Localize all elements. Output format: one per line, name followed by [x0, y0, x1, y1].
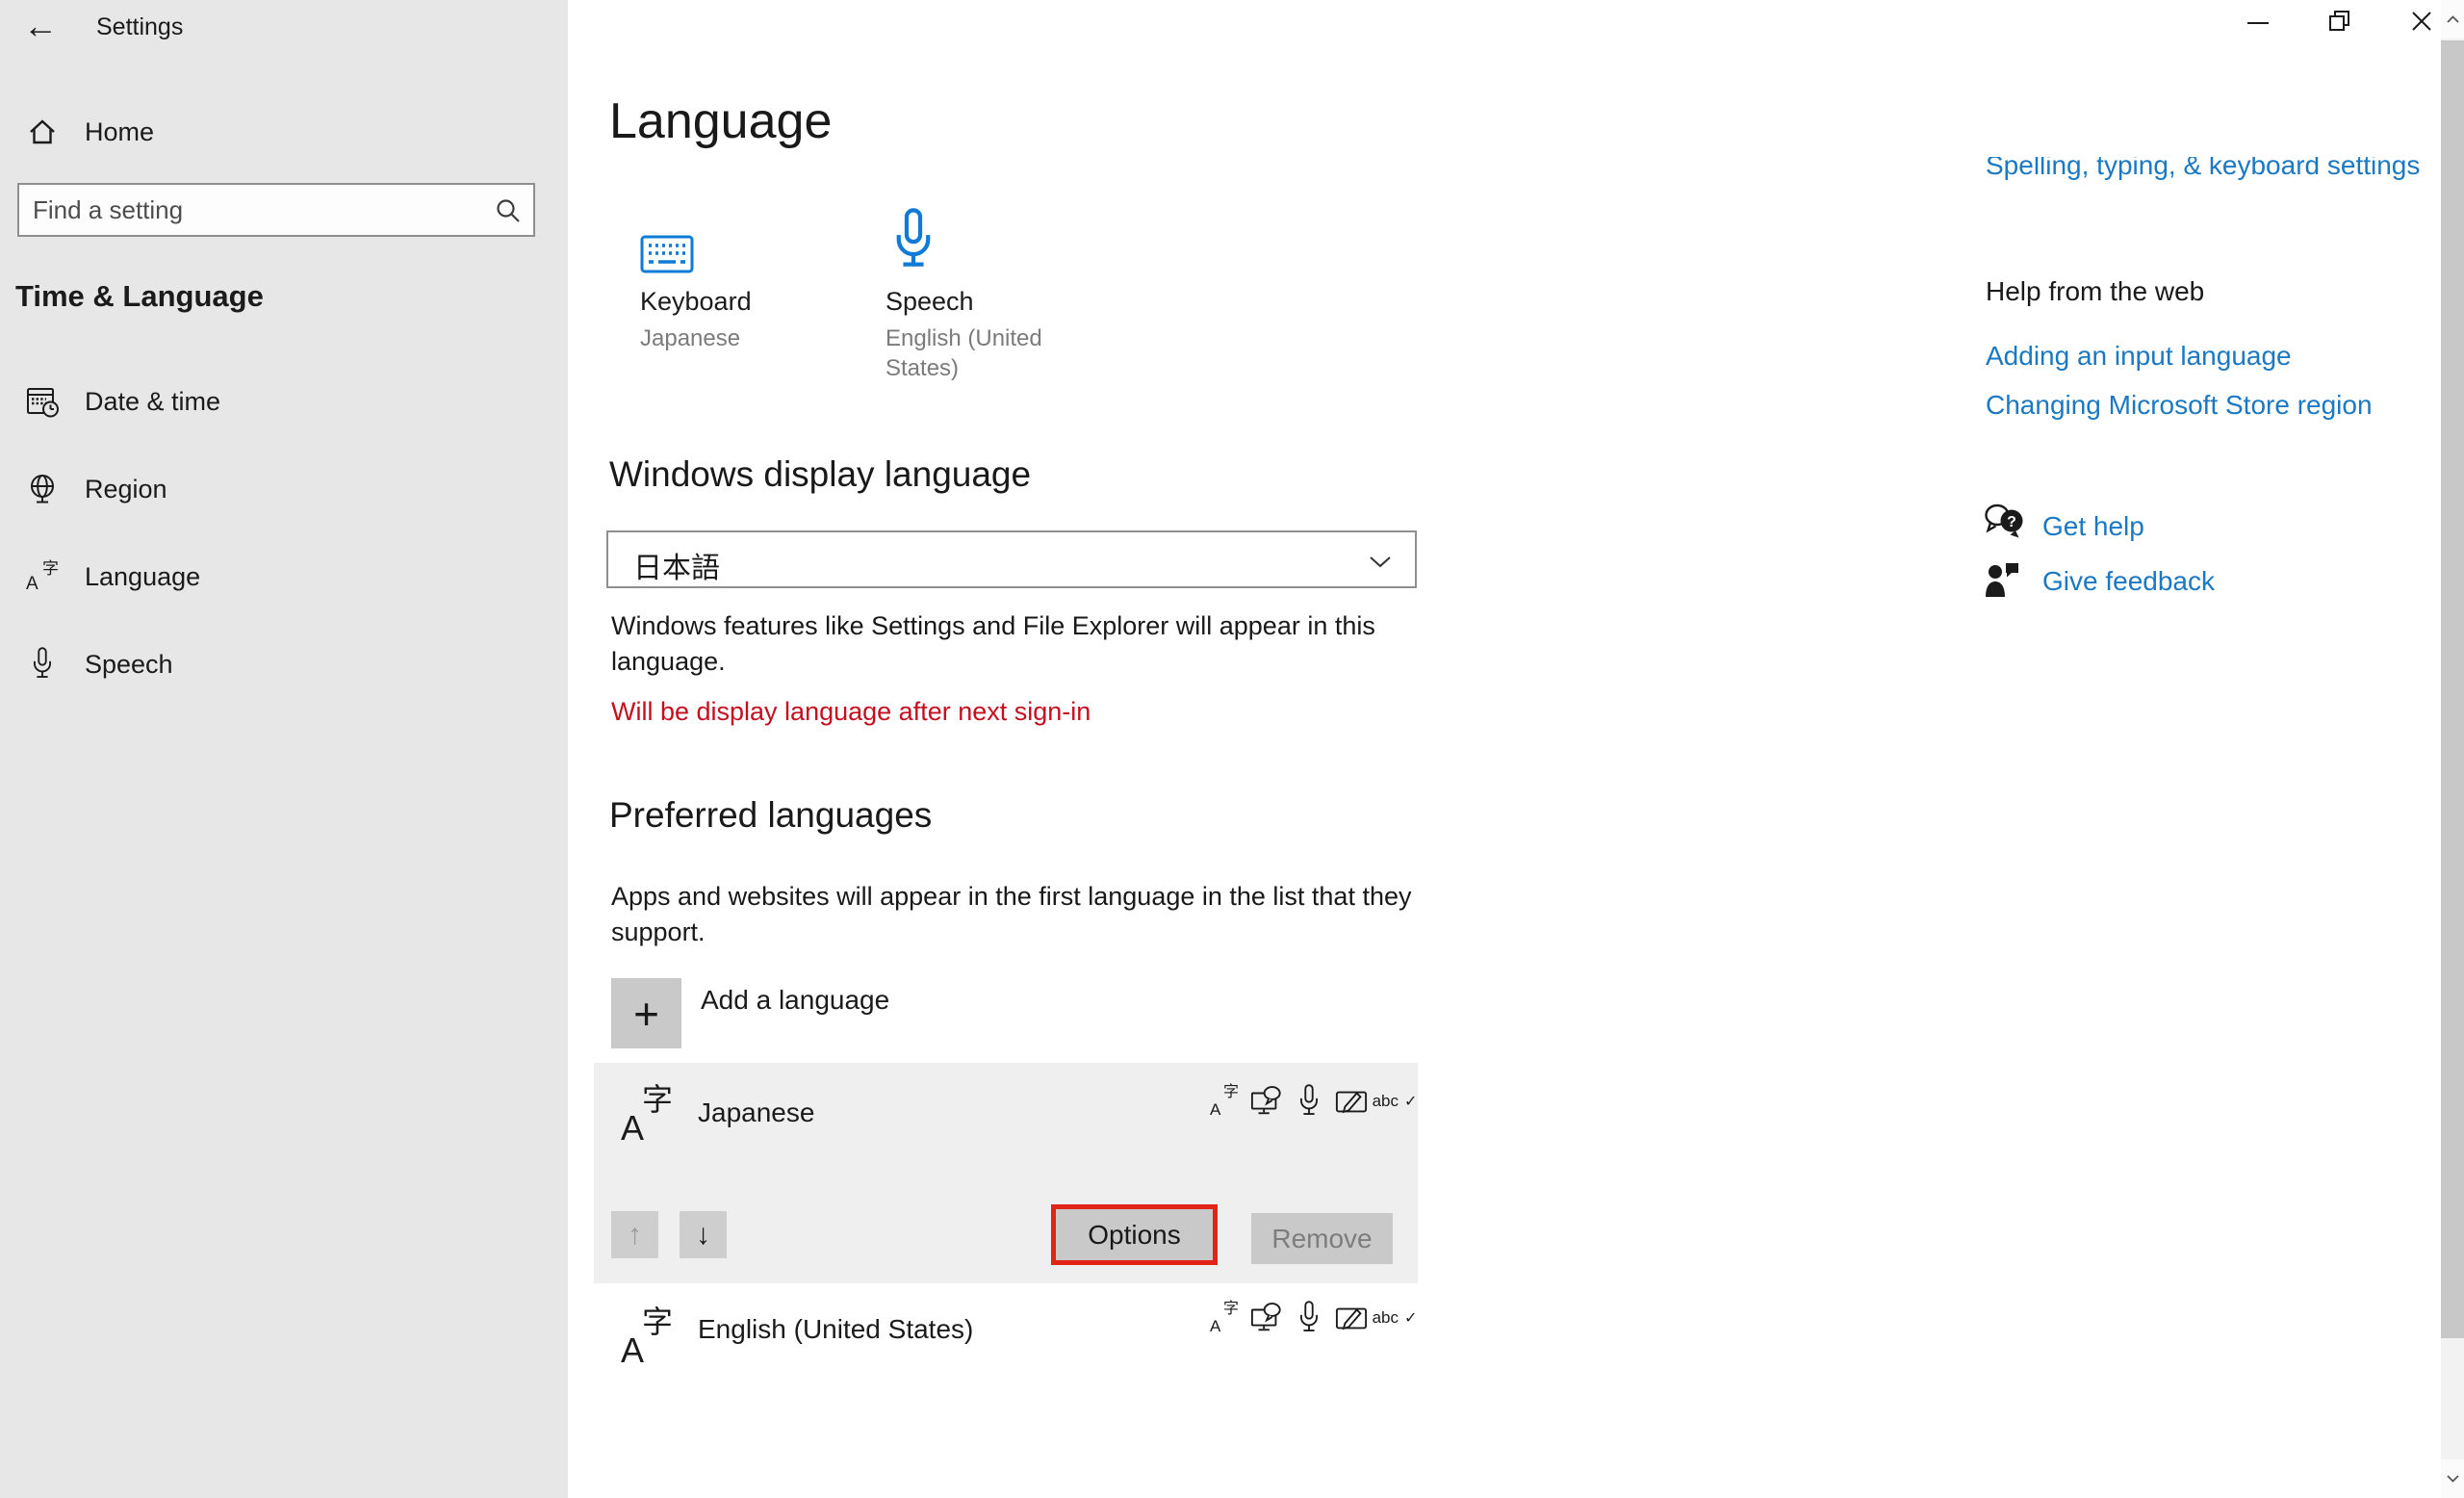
tile-title: Speech	[886, 287, 974, 316]
settings-window: ← Settings Home Time & Language	[0, 0, 2464, 1498]
language-icon: 字 A	[26, 559, 59, 594]
sidebar-item-date-time[interactable]: Date & time	[0, 370, 568, 433]
sidebar-section-title: Time & Language	[15, 279, 264, 313]
back-button[interactable]: ←	[13, 2, 67, 50]
keyboard-icon	[640, 206, 694, 273]
chevron-up-icon	[2446, 15, 2459, 23]
display-speech-icon	[1250, 1301, 1283, 1335]
home-icon	[25, 117, 60, 146]
language-icon: 字 A	[621, 1082, 673, 1148]
window-title: Settings	[96, 13, 184, 40]
language-name: Japanese	[698, 1098, 815, 1127]
minimize-icon	[2246, 22, 2269, 24]
get-help-icon: ?	[1983, 503, 2027, 546]
sidebar-item-label: Region	[85, 474, 167, 504]
sidebar: ← Settings Home Time & Language	[0, 0, 568, 1498]
minimize-button[interactable]	[2222, 0, 2293, 46]
spellcheck-icon: abc ✓	[1372, 1308, 1418, 1327]
arrow-down-icon: ↓	[696, 1218, 710, 1251]
calendar-clock-icon	[25, 384, 60, 419]
move-up-button[interactable]: ↑	[611, 1211, 658, 1258]
language-icon: 字 A	[1210, 1301, 1239, 1335]
scrollbar[interactable]	[2441, 0, 2464, 1498]
language-icon: 字 A	[1210, 1084, 1239, 1119]
preferred-languages-heading: Preferred languages	[609, 795, 933, 835]
changing-store-region-link[interactable]: Changing Microsoft Store region	[1986, 390, 2373, 421]
handwriting-icon	[1335, 1303, 1368, 1333]
sidebar-item-region[interactable]: Region	[0, 457, 568, 521]
scroll-down-button[interactable]	[2441, 1459, 2464, 1498]
give-feedback-icon	[1983, 560, 2021, 604]
sidebar-item-label: Date & time	[85, 386, 221, 416]
search-icon[interactable]	[495, 197, 522, 229]
globe-icon	[25, 473, 60, 505]
handwriting-icon	[1335, 1086, 1368, 1117]
sidebar-item-label: Home	[85, 116, 155, 146]
chevron-down-icon	[2446, 1475, 2459, 1483]
capability-icons: 字 A abc ✓	[1208, 1080, 1418, 1123]
options-button[interactable]: Options	[1051, 1204, 1218, 1265]
plus-icon: +	[611, 978, 681, 1048]
give-feedback-link[interactable]: Give feedback	[2042, 566, 2215, 597]
add-language-button[interactable]: + Add a language	[611, 978, 1015, 1049]
microphone-icon	[1293, 1301, 1325, 1335]
tile-value: English (United States)	[886, 325, 1042, 381]
dropdown-selected-value: 日本語	[633, 553, 720, 584]
move-down-button[interactable]: ↓	[680, 1211, 727, 1258]
restore-button[interactable]	[2304, 0, 2374, 46]
display-language-description: Windows features like Settings and File …	[611, 611, 1375, 676]
svg-text:?: ?	[2007, 514, 2016, 530]
tile-keyboard[interactable]: Keyboard Japanese	[632, 193, 873, 385]
microphone-icon	[1293, 1084, 1325, 1119]
sidebar-item-home[interactable]: Home	[0, 100, 568, 164]
language-icon: 字 A	[621, 1304, 673, 1370]
display-speech-icon	[1250, 1084, 1283, 1119]
page-title: Language	[609, 93, 833, 149]
adding-input-language-link[interactable]: Adding an input language	[1986, 341, 2292, 372]
arrow-up-icon: ↑	[628, 1218, 642, 1251]
sidebar-item-language[interactable]: 字 A Language	[0, 545, 568, 608]
language-name: English (United States)	[698, 1314, 974, 1344]
remove-button[interactable]: Remove	[1251, 1213, 1393, 1264]
chevron-down-icon	[1369, 555, 1392, 574]
display-language-warning: Will be display language after next sign…	[611, 697, 1091, 726]
help-from-web-heading: Help from the web	[1986, 276, 2205, 306]
scroll-up-button[interactable]	[2441, 0, 2464, 39]
tile-title: Keyboard	[640, 287, 752, 316]
microphone-icon	[893, 198, 934, 273]
sidebar-item-speech[interactable]: Speech	[0, 633, 568, 696]
spelling-typing-keyboard-settings-link[interactable]: Spelling, typing, & keyboard settings	[1986, 157, 2420, 189]
tile-value: Japanese	[640, 325, 741, 351]
preferred-languages-description: Apps and websites will appear in the fir…	[611, 882, 1412, 946]
tile-speech[interactable]: Speech English (United States)	[878, 193, 1118, 385]
display-language-dropdown[interactable]: 日本語	[606, 530, 1417, 588]
search-box	[17, 183, 535, 237]
restore-icon	[2327, 9, 2352, 39]
close-icon	[2409, 9, 2434, 39]
add-language-label: Add a language	[701, 985, 890, 1015]
scrollbar-thumb[interactable]	[2441, 40, 2464, 1338]
sidebar-item-label: Language	[85, 561, 201, 591]
language-row-english[interactable]: 字 A English (United States) 字 A abc ✓	[594, 1283, 1418, 1406]
spellcheck-icon: abc ✓	[1372, 1092, 1418, 1110]
back-arrow-icon: ←	[23, 6, 58, 45]
get-help-link[interactable]: Get help	[2042, 511, 2144, 542]
language-row-japanese[interactable]: 字 A Japanese 字 A abc ✓ ↑ ↓ Options Remov…	[594, 1063, 1418, 1283]
search-input[interactable]	[19, 185, 533, 235]
sidebar-item-label: Speech	[85, 649, 173, 679]
capability-icons: 字 A abc ✓	[1208, 1297, 1418, 1339]
display-language-heading: Windows display language	[609, 454, 1032, 494]
microphone-icon	[25, 647, 60, 682]
window-controls	[2222, 0, 2456, 46]
